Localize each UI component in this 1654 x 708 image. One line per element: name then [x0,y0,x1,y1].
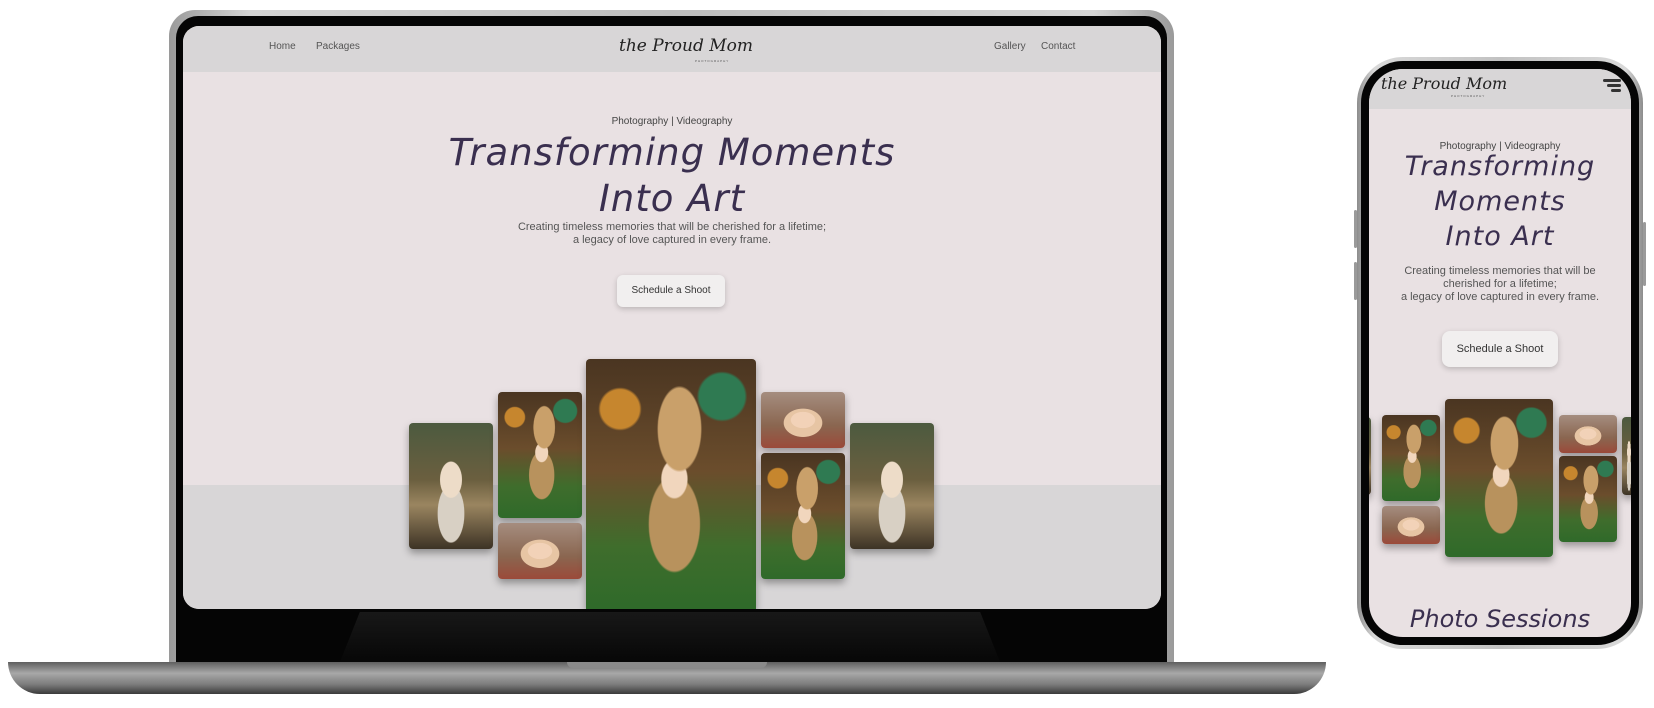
mobile-logo-text: the Proud Mom [1381,74,1508,93]
laptop-screen: Home Packages the Proud Mom PHOTOGRAPHY … [183,26,1161,609]
nav-link-contact[interactable]: Contact [1041,41,1075,52]
hamburger-menu-icon[interactable] [1603,79,1621,93]
gallery-photo-safari-toddler-2[interactable] [761,453,845,579]
site-logo[interactable]: the Proud Mom PHOTOGRAPHY [619,32,753,66]
hero-subtitle-line2: a legacy of love captured in every frame… [572,234,772,246]
mobile-gallery-photo-safari[interactable] [1382,415,1440,501]
hero-title-line2: Into Art [598,177,746,220]
mobile-gallery-photo-safari-2[interactable] [1559,456,1617,542]
phone-power-button [1643,222,1646,286]
logo-text: the Proud Mom [619,36,754,56]
gallery-photo-boy-chair[interactable] [409,423,493,549]
mobile-schedule-shoot-button[interactable]: Schedule a Shoot [1442,331,1558,367]
gallery-photo-featured[interactable] [586,359,756,609]
photo-sessions-heading: Photo Sessions [1409,605,1591,633]
desktop-navbar: Home Packages the Proud Mom PHOTOGRAPHY … [183,26,1161,72]
mobile-hero-subtitle-line2: cherished for a lifetime; [1443,278,1557,290]
mobile-hero-subtitle-line3: a legacy of love captured in every frame… [1400,291,1600,303]
keyboard-reflection [340,612,1000,662]
mobile-hero-title-line1: Transforming [1404,151,1596,182]
logo-subtext: PHOTOGRAPHY [695,59,730,63]
gallery-photo-newborn[interactable] [498,523,582,579]
mobile-logo-subtext: PHOTOGRAPHY [1451,94,1486,98]
mobile-site-logo[interactable]: the Proud Mom PHOTOGRAPHY [1381,72,1507,102]
nav-link-packages[interactable]: Packages [316,41,360,52]
gallery-photo-safari-toddler[interactable] [498,392,582,518]
nav-link-home[interactable]: Home [269,41,296,52]
gallery-photo-boy-chair-2[interactable] [850,423,934,549]
schedule-shoot-button[interactable]: Schedule a Shoot [617,275,725,307]
hero-eyebrow: Photography | Videography [611,116,733,127]
mobile-gallery-photo-edge-left[interactable] [1369,417,1371,495]
mobile-hero-title-line2: Moments [1434,186,1566,217]
mobile-gallery-photo-edge-right[interactable] [1622,417,1631,495]
gallery-photo-newborn-2[interactable] [761,392,845,448]
laptop-notch [567,662,767,668]
mobile-hero-subtitle-line1: Creating timeless memories that will be [1404,265,1596,277]
mobile-navbar: the Proud Mom PHOTOGRAPHY [1369,69,1631,109]
hero-subtitle-line1: Creating timeless memories that will be … [517,221,827,233]
mobile-gallery-photo-featured[interactable] [1445,399,1553,557]
nav-link-gallery[interactable]: Gallery [994,41,1026,52]
mobile-gallery-photo-newborn-2[interactable] [1559,415,1617,453]
hero-title-line1: Transforming Moments [448,131,896,174]
mobile-gallery-photo-newborn[interactable] [1382,506,1440,544]
mobile-hero-title-line3: Into Art [1445,221,1555,252]
phone-screen: the Proud Mom PHOTOGRAPHY Photography | … [1369,69,1631,637]
